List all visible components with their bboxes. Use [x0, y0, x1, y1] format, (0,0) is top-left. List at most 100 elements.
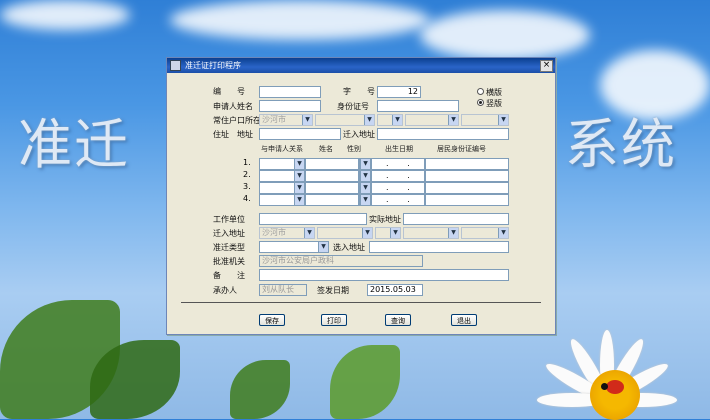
chevron-down-icon: ▼ [360, 159, 370, 169]
ladybug-icon [601, 380, 624, 394]
applicant-field[interactable] [259, 100, 321, 112]
chevron-down-icon: ▼ [448, 115, 458, 125]
row-number: 3. [243, 182, 251, 191]
chevron-down-icon: ▼ [360, 171, 370, 181]
name-cell[interactable] [305, 170, 359, 182]
gender-select[interactable]: ▼ [359, 158, 371, 170]
riqi-field[interactable]: 2015.05.03 [367, 284, 423, 296]
background-title-right: 系统 [565, 113, 677, 176]
qianru-field[interactable] [377, 128, 509, 140]
birthdate-cell[interactable]: . . [371, 194, 425, 206]
birthdate-cell[interactable]: . . [371, 170, 425, 182]
relation-select[interactable]: ▼ [259, 194, 305, 206]
applicant-label: 申请人姓名 [213, 102, 253, 111]
chevron-down-icon: ▼ [392, 115, 402, 125]
relation-select[interactable]: ▼ [259, 170, 305, 182]
radio-landscape-label: 横版 [486, 88, 502, 97]
pizhun-label: 批准机关 [213, 257, 245, 266]
zihao-label: 字 号 [343, 87, 375, 96]
radio-portrait[interactable] [477, 99, 484, 106]
huji-select-3[interactable]: ▼ [377, 114, 403, 126]
xuanze-field[interactable] [369, 241, 509, 253]
divider [181, 302, 541, 303]
qianrudi-label: 迁入地址 [213, 229, 245, 238]
exit-button[interactable]: 退出 [451, 314, 477, 326]
chevron-down-icon: ▼ [362, 228, 372, 238]
header-birthdate: 出生日期 [385, 145, 413, 153]
background-title-left: 准迁 [18, 113, 130, 176]
huji-select-5[interactable]: ▼ [461, 114, 509, 126]
qianrudi-select-5[interactable]: ▼ [461, 227, 509, 239]
idnumber-cell[interactable] [425, 194, 509, 206]
name-cell[interactable] [305, 182, 359, 194]
gender-select[interactable]: ▼ [359, 194, 371, 206]
chevron-down-icon: ▼ [294, 159, 304, 169]
huji-value: 沙河市 [262, 115, 286, 124]
name-cell[interactable] [305, 194, 359, 206]
window-title: 准迁证打印程序 [185, 61, 241, 70]
form-area: 编 号 字 号 12 横版 竖版 申请人姓名 身份证号 常住户口所在地 沙河市 ▼… [167, 74, 555, 334]
huji-select-4[interactable]: ▼ [405, 114, 459, 126]
header-gender: 性别 [347, 145, 361, 153]
danwei-field[interactable] [259, 213, 367, 225]
name-cell[interactable] [305, 158, 359, 170]
cloud [170, 0, 430, 40]
idnumber-cell[interactable] [425, 182, 509, 194]
id-field[interactable] [377, 100, 459, 112]
print-dialog: 准迁证打印程序 × 编 号 字 号 12 横版 竖版 申请人姓名 身份证号 常住… [166, 57, 556, 335]
bianhao-field[interactable] [259, 86, 321, 98]
save-button[interactable]: 保存 [259, 314, 285, 326]
id-label: 身份证号 [337, 102, 369, 111]
cloud [420, 10, 590, 60]
cloud [0, 0, 130, 30]
qianrudi-select-3[interactable]: ▼ [375, 227, 401, 239]
close-button[interactable]: × [540, 60, 553, 72]
print-button[interactable]: 打印 [321, 314, 347, 326]
zihao-field[interactable]: 12 [377, 86, 421, 98]
qianrudi-select-4[interactable]: ▼ [403, 227, 459, 239]
header-name: 姓名 [319, 145, 333, 153]
zhuzhi-field[interactable] [259, 128, 341, 140]
beizhu-label: 备 注 [213, 271, 245, 280]
qianrudi-value: 沙河市 [262, 228, 286, 237]
beizhu-field[interactable] [259, 269, 509, 281]
pizhun-field[interactable]: 沙河市公安局户政科 [259, 255, 423, 267]
chevron-down-icon: ▼ [360, 183, 370, 193]
row-number: 4. [243, 194, 251, 203]
zhunqian-label: 准迁类型 [213, 243, 245, 252]
bianhao-label: 编 号 [213, 87, 245, 96]
query-button[interactable]: 查询 [385, 314, 411, 326]
danwei-label: 工作单位 [213, 215, 245, 224]
chevron-down-icon: ▼ [390, 228, 400, 238]
chevron-down-icon: ▼ [294, 195, 304, 205]
row-number: 1. [243, 158, 251, 167]
birthdate-cell[interactable]: . . [371, 158, 425, 170]
qianrudi-select-1[interactable]: 沙河市 ▼ [259, 227, 315, 239]
chengbanren-field[interactable]: 刘从队长 [259, 284, 307, 296]
radio-landscape[interactable] [477, 88, 484, 95]
chevron-down-icon: ▼ [304, 228, 314, 238]
idnumber-cell[interactable] [425, 170, 509, 182]
chevron-down-icon: ▼ [360, 195, 370, 205]
title-bar[interactable]: 准迁证打印程序 [167, 58, 555, 73]
huji-select-2[interactable]: ▼ [315, 114, 375, 126]
gender-select[interactable]: ▼ [359, 182, 371, 194]
danwei2-label: 实际地址 [369, 215, 401, 224]
huji-select-1[interactable]: 沙河市 ▼ [259, 114, 313, 126]
gender-select[interactable]: ▼ [359, 170, 371, 182]
chevron-down-icon: ▼ [318, 242, 328, 252]
qianrudi-select-2[interactable]: ▼ [317, 227, 373, 239]
danwei2-field[interactable] [403, 213, 509, 225]
relation-select[interactable]: ▼ [259, 158, 305, 170]
birthdate-cell[interactable]: . . [371, 182, 425, 194]
leaf [230, 360, 290, 419]
chevron-down-icon: ▼ [448, 228, 458, 238]
chevron-down-icon: ▼ [294, 171, 304, 181]
relation-select[interactable]: ▼ [259, 182, 305, 194]
app-icon [170, 60, 181, 71]
riqi-label: 签发日期 [317, 286, 349, 295]
idnumber-cell[interactable] [425, 158, 509, 170]
qianru-label: 迁入地址 [343, 130, 375, 139]
zhunqian-select[interactable]: ▼ [259, 241, 329, 253]
chevron-down-icon: ▼ [498, 228, 508, 238]
